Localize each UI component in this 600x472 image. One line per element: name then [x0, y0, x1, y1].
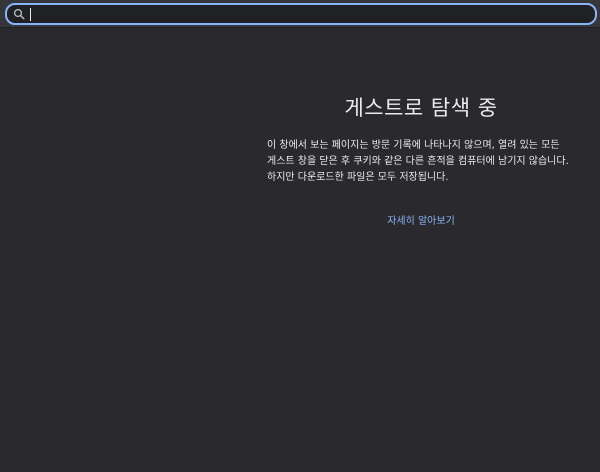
guest-info-panel: 게스트로 탐색 중 이 창에서 보는 페이지는 방문 기록에 나타나지 않으며,…	[267, 92, 575, 227]
guest-description: 이 창에서 보는 페이지는 방문 기록에 나타나지 않으며, 열려 있는 모든 …	[267, 140, 569, 183]
omnibox-input[interactable]	[29, 5, 589, 23]
search-icon	[13, 8, 25, 20]
omnibox[interactable]	[5, 3, 597, 25]
text-caret	[30, 8, 31, 21]
top-bar	[0, 0, 600, 28]
learn-more-link[interactable]: 자세히 알아보기	[267, 212, 575, 227]
page-title: 게스트로 탐색 중	[344, 96, 498, 120]
